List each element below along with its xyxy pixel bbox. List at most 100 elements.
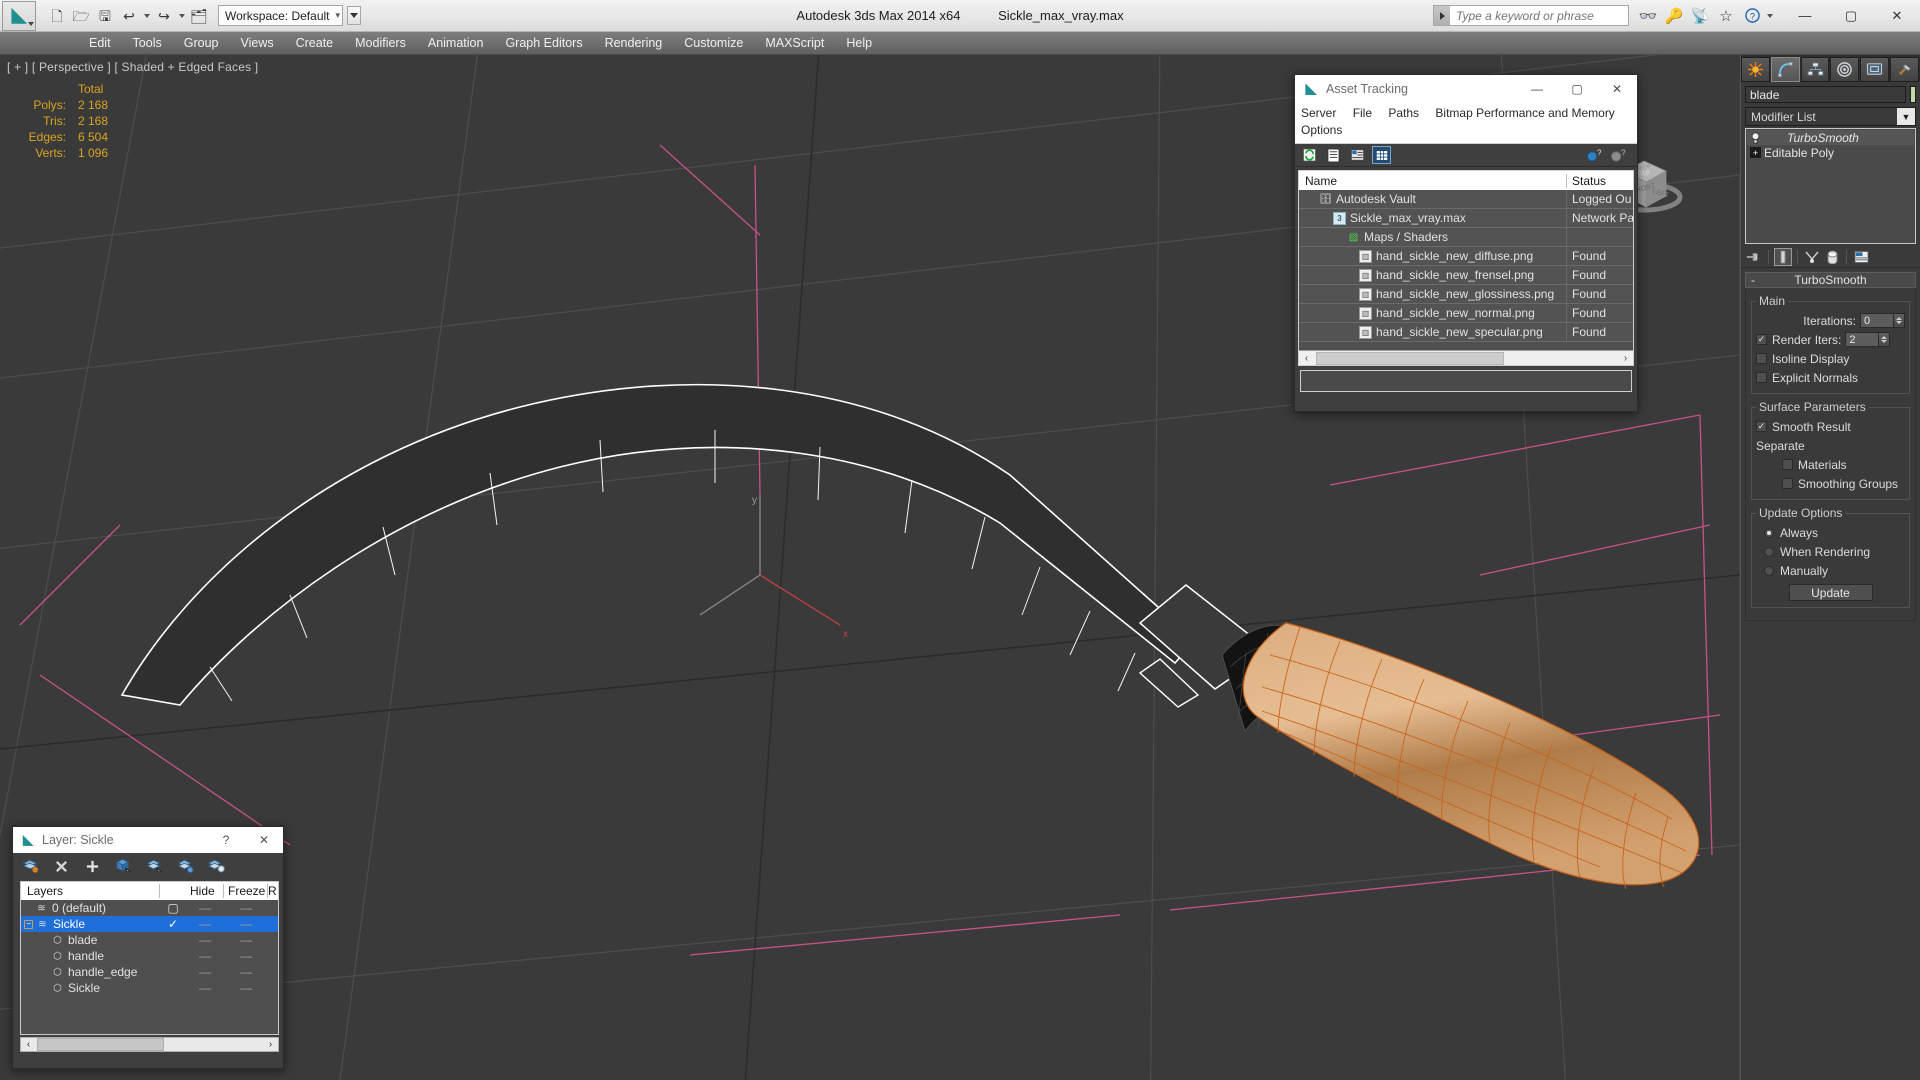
layer-freeze-cell[interactable]: — <box>224 933 268 947</box>
utilities-tab[interactable] <box>1890 57 1919 82</box>
when-rendering-radio[interactable] <box>1764 546 1774 557</box>
hierarchy-tab[interactable] <box>1800 57 1830 82</box>
update-option-always[interactable]: Always <box>1756 524 1905 541</box>
menu-edit[interactable]: Edit <box>78 32 122 55</box>
create-tab[interactable] <box>1741 57 1770 82</box>
menu-views[interactable]: Views <box>229 32 284 55</box>
table-row[interactable]: ▥ hand_sickle_new_glossiness.png Found <box>1299 285 1633 304</box>
configure-modifier-sets-icon[interactable] <box>1852 248 1870 266</box>
explicit-normals-row[interactable]: Explicit Normals <box>1756 369 1905 386</box>
layer-freeze-cell[interactable]: — <box>224 901 268 915</box>
layer-hide-cell[interactable]: — <box>186 901 224 915</box>
delete-layer-icon[interactable] <box>52 857 70 875</box>
asset-close-button[interactable]: ✕ <box>1597 75 1637 102</box>
update-button[interactable]: Update <box>1788 584 1873 601</box>
motion-tab[interactable] <box>1830 57 1860 82</box>
pin-stack-icon[interactable] <box>1745 248 1763 266</box>
make-unique-icon[interactable] <box>1803 248 1821 266</box>
asset-tracking-dialog[interactable]: ◣ Asset Tracking — ▢ ✕ Server File Paths… <box>1294 74 1638 412</box>
create-new-layer-icon[interactable] <box>21 857 39 875</box>
layer-help-button[interactable]: ? <box>207 828 245 853</box>
menu-group[interactable]: Group <box>173 32 230 55</box>
manually-radio[interactable] <box>1764 565 1774 576</box>
smoothing-groups-checkbox[interactable] <box>1782 478 1793 489</box>
menu-help[interactable]: Help <box>835 32 883 55</box>
asset-menu-server[interactable]: Server <box>1301 105 1336 122</box>
asset-list-hscrollbar[interactable]: ‹ › <box>1299 350 1633 365</box>
explicit-normals-checkbox[interactable] <box>1756 372 1767 383</box>
layer-active-cell[interactable]: ▢ <box>160 901 186 915</box>
smooth-result-checkbox[interactable]: ✓ <box>1756 421 1767 432</box>
layer-active-cell[interactable]: ✓ <box>160 917 186 931</box>
asset-maximize-button[interactable]: ▢ <box>1557 75 1597 102</box>
list-item[interactable]: ⬡ Sickle — — <box>21 980 278 996</box>
select-objects-in-layer-icon[interactable] <box>114 857 132 875</box>
asset-menu-bitmap-performance[interactable]: Bitmap Performance and Memory <box>1435 105 1614 122</box>
object-name-field[interactable] <box>1745 86 1906 103</box>
collapse-icon[interactable]: - <box>1751 273 1755 287</box>
object-color-swatch[interactable] <box>1910 86 1916 103</box>
list-item[interactable]: − ≋ Sickle ✓ — — <box>21 916 278 932</box>
layer-hide-cell[interactable]: — <box>186 981 224 995</box>
layer-hide-cell[interactable]: — <box>186 917 224 931</box>
layer-freeze-cell[interactable]: — <box>224 981 268 995</box>
layer-list[interactable]: Layers Hide Freeze R ≋ 0 (default) ▢ — —… <box>20 881 279 1035</box>
table-row[interactable]: ▨ Maps / Shaders <box>1299 228 1633 247</box>
update-option-manually[interactable]: Manually <box>1756 562 1905 579</box>
modifier-stack-item-turbosmooth[interactable]: TurboSmooth <box>1747 130 1914 145</box>
asset-minimize-button[interactable]: — <box>1517 75 1557 102</box>
select-highlighted-objects-icon[interactable] <box>145 857 163 875</box>
help-assets-icon[interactable]: ? <box>1608 146 1627 164</box>
scroll-thumb[interactable] <box>1316 351 1505 365</box>
table-row[interactable]: ▥ hand_sickle_new_specular.png Found <box>1299 323 1633 342</box>
iterations-input[interactable] <box>1860 313 1894 328</box>
table-row[interactable]: ▥ hand_sickle_new_frensel.png Found <box>1299 266 1633 285</box>
scroll-right-icon[interactable]: › <box>263 1039 278 1050</box>
spinner-arrows[interactable] <box>1894 313 1905 328</box>
menu-maxscript[interactable]: MAXScript <box>754 32 835 55</box>
add-selection-to-layer-icon[interactable] <box>83 857 101 875</box>
render-iters-checkbox[interactable]: ✓ <box>1756 334 1767 345</box>
layer-close-button[interactable]: ✕ <box>245 828 283 853</box>
hide-unhide-layer-icon[interactable] <box>207 857 225 875</box>
vault-help-icon[interactable]: ? <box>1584 146 1603 164</box>
smoothing-groups-row[interactable]: Smoothing Groups <box>1756 475 1905 492</box>
table-row[interactable]: ▥ hand_sickle_new_normal.png Found <box>1299 304 1633 323</box>
list-item[interactable]: ⬡ blade — — <box>21 932 278 948</box>
scroll-left-icon[interactable]: ‹ <box>21 1039 36 1050</box>
asset-menu-options[interactable]: Options <box>1301 122 1342 139</box>
spinner-arrows[interactable] <box>1879 332 1891 347</box>
render-iters-input[interactable] <box>1845 332 1880 347</box>
scroll-right-icon[interactable]: › <box>1618 353 1633 364</box>
expand-icon[interactable]: + <box>1750 147 1761 158</box>
menu-graph-editors[interactable]: Graph Editors <box>494 32 593 55</box>
asset-status-field[interactable] <box>1300 370 1632 392</box>
modify-tab[interactable] <box>1770 57 1800 82</box>
iterations-spinner[interactable] <box>1860 313 1905 328</box>
modifier-stack-item-editable-poly[interactable]: + Editable Poly <box>1747 145 1914 160</box>
layer-freeze-cell[interactable]: — <box>224 949 268 963</box>
menu-customize[interactable]: Customize <box>673 32 754 55</box>
list-item[interactable]: ⬡ handle_edge — — <box>21 964 278 980</box>
materials-row[interactable]: Materials <box>1756 456 1905 473</box>
detail-view-icon[interactable] <box>1348 146 1367 164</box>
scroll-left-icon[interactable]: ‹ <box>1299 353 1314 364</box>
modifier-stack[interactable]: TurboSmooth + Editable Poly <box>1745 128 1916 244</box>
scroll-thumb[interactable] <box>37 1038 165 1051</box>
layer-hide-cell[interactable]: — <box>186 949 224 963</box>
scroll-trough[interactable] <box>36 1038 263 1051</box>
layer-freeze-cell[interactable]: — <box>224 965 268 979</box>
show-end-result-icon[interactable] <box>1774 247 1792 266</box>
modifier-list-dropdown[interactable]: Modifier List ▼ <box>1745 107 1916 126</box>
remove-modifier-icon[interactable] <box>1823 248 1841 266</box>
list-view-icon[interactable] <box>1324 146 1343 164</box>
list-item[interactable]: ⬡ handle — — <box>21 948 278 964</box>
update-option-when-rendering[interactable]: When Rendering <box>1756 543 1905 560</box>
render-iters-spinner[interactable] <box>1845 332 1891 347</box>
table-row[interactable]: 🗄 Autodesk Vault Logged Ou <box>1299 190 1633 209</box>
smooth-result-row[interactable]: ✓ Smooth Result <box>1756 418 1905 435</box>
always-radio[interactable] <box>1764 527 1774 538</box>
menu-rendering[interactable]: Rendering <box>594 32 674 55</box>
layer-list-hscrollbar[interactable]: ‹ › <box>20 1037 279 1052</box>
isoline-display-row[interactable]: Isoline Display <box>1756 350 1905 367</box>
